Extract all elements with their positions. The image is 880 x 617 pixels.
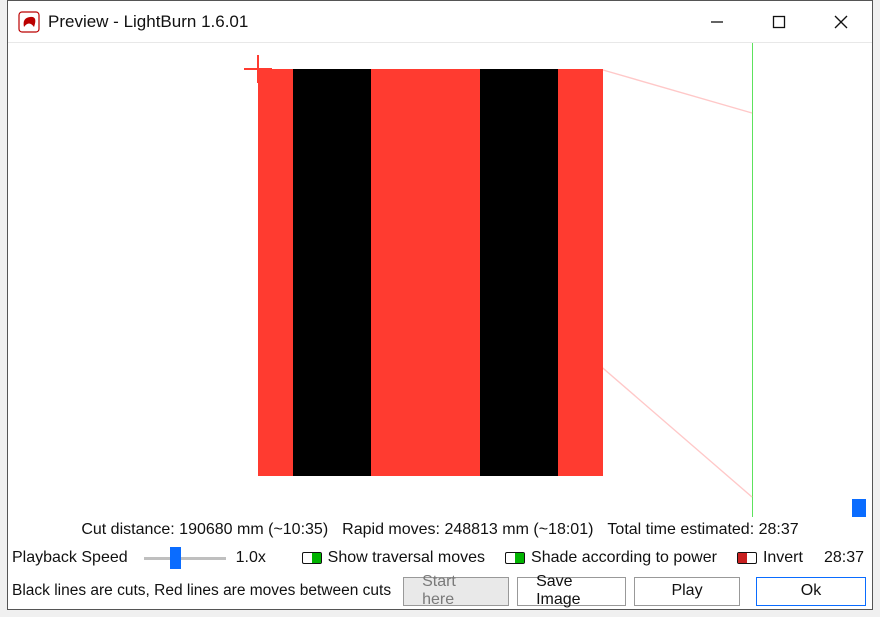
start-here-button: Start here xyxy=(403,577,509,606)
job-shape xyxy=(258,69,603,476)
options-row: Playback Speed 1.0x Show traversal moves… xyxy=(8,543,872,573)
playback-speed-value: 1.0x xyxy=(236,549,292,567)
cut-stripe xyxy=(293,69,371,476)
window-title: Preview - LightBurn 1.6.01 xyxy=(48,12,686,32)
close-button[interactable] xyxy=(810,1,872,42)
window-controls xyxy=(686,1,872,42)
invert-toggle[interactable]: Invert xyxy=(737,549,803,567)
cut-distance: Cut distance: 190680 mm (~10:35) xyxy=(81,521,328,539)
ok-button[interactable]: Ok xyxy=(756,577,866,606)
timeline-scrollbar[interactable] xyxy=(852,499,866,517)
total-time: Total time estimated: 28:37 xyxy=(607,521,798,539)
origin-crosshair-icon xyxy=(244,55,272,83)
cut-stripe xyxy=(480,69,558,476)
toggle-on-icon xyxy=(302,552,322,564)
legend-hint: Black lines are cuts, Red lines are move… xyxy=(12,582,391,600)
play-button[interactable]: Play xyxy=(634,577,740,606)
app-icon xyxy=(18,11,40,33)
rapid-moves: Rapid moves: 248813 mm (~18:01) xyxy=(342,521,593,539)
playback-speed-label: Playback Speed xyxy=(12,549,128,567)
maximize-button[interactable] xyxy=(748,1,810,42)
save-image-button[interactable]: Save Image xyxy=(517,577,626,606)
toggle-on-icon xyxy=(505,552,525,564)
show-traversal-toggle[interactable]: Show traversal moves xyxy=(302,549,485,567)
preview-canvas[interactable] xyxy=(8,43,872,517)
toggle-off-icon xyxy=(737,552,757,564)
playback-end-time: 28:37 xyxy=(824,549,872,567)
stats-row: Cut distance: 190680 mm (~10:35) Rapid m… xyxy=(8,517,872,543)
titlebar[interactable]: Preview - LightBurn 1.6.01 xyxy=(8,1,872,43)
bottom-row: Black lines are cuts, Red lines are move… xyxy=(8,573,872,609)
preview-window: Preview - LightBurn 1.6.01 Cut di xyxy=(7,0,873,610)
shade-power-toggle[interactable]: Shade according to power xyxy=(505,549,717,567)
minimize-button[interactable] xyxy=(686,1,748,42)
playback-speed-slider[interactable] xyxy=(144,549,226,567)
